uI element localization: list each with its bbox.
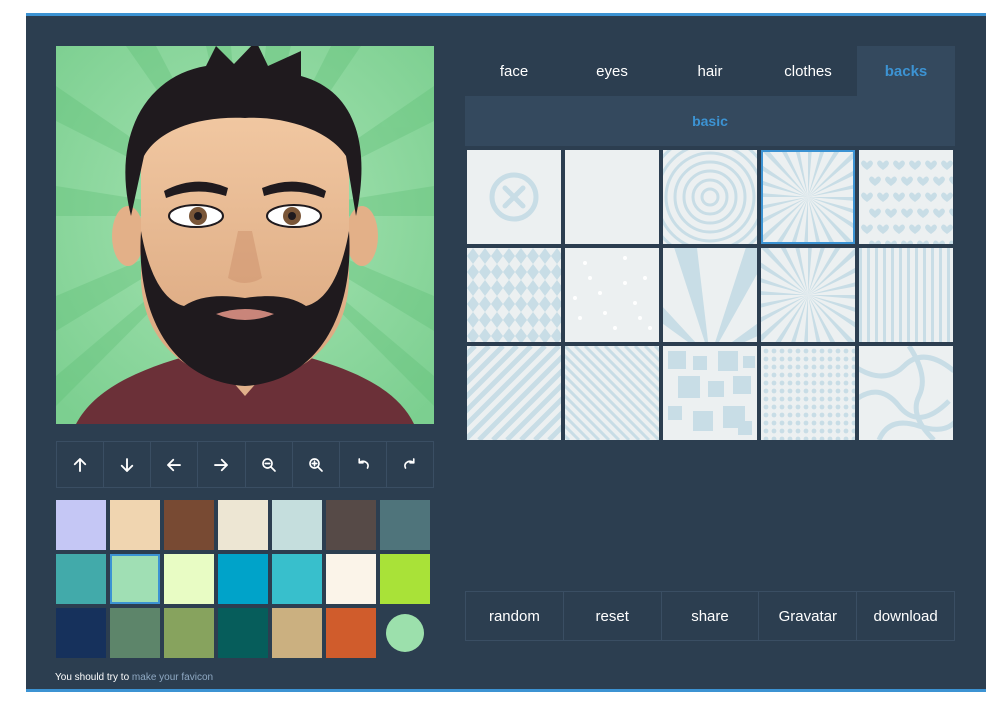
background-pattern-squares: [663, 346, 757, 440]
background-option-diamonds[interactable]: [467, 248, 561, 342]
download-button[interactable]: download: [857, 592, 954, 640]
avatar-preview: [56, 46, 434, 424]
color-swatch[interactable]: [164, 554, 214, 604]
avatar-illustration: [56, 46, 434, 424]
background-pattern-dots: [565, 248, 659, 342]
color-swatch[interactable]: [218, 608, 268, 658]
transform-toolbar: [56, 441, 434, 488]
background-option-none[interactable]: [467, 150, 561, 244]
background-option-circles[interactable]: [663, 150, 757, 244]
color-swatch[interactable]: [110, 608, 160, 658]
background-option-sunburst[interactable]: [761, 150, 855, 244]
color-swatch[interactable]: [380, 500, 430, 550]
move-down-button[interactable]: [104, 442, 152, 487]
background-pattern-vstripes: [859, 248, 953, 342]
undo-icon: [358, 457, 369, 469]
tab-hair[interactable]: hair: [661, 46, 759, 96]
background-option-starburst[interactable]: [761, 248, 855, 342]
background-option-vstripes[interactable]: [859, 248, 953, 342]
tab-eyes[interactable]: eyes: [563, 46, 661, 96]
arrow-up-icon: [73, 457, 87, 472]
background-option-dots[interactable]: [565, 248, 659, 342]
background-pattern-diag-left: [565, 346, 659, 440]
color-swatch[interactable]: [56, 608, 106, 658]
tab-clothes[interactable]: clothes: [759, 46, 857, 96]
color-swatch[interactable]: [272, 554, 322, 604]
background-pattern-hearts: [859, 150, 953, 244]
background-pattern-none: [467, 150, 561, 244]
action-bar: random reset share Gravatar download: [465, 591, 955, 641]
color-swatch[interactable]: [218, 554, 268, 604]
color-swatch[interactable]: [380, 554, 430, 604]
random-button[interactable]: random: [466, 592, 564, 640]
avatar-maker-app: You should try to make your favicon face…: [26, 13, 986, 692]
color-swatch[interactable]: [386, 614, 424, 652]
background-pattern-diag-right: [467, 346, 561, 440]
redo-button[interactable]: [387, 442, 433, 487]
color-swatch[interactable]: [272, 608, 322, 658]
subtab-bar: basic: [465, 96, 955, 146]
background-pattern-plain: [565, 150, 659, 244]
background-pattern-dot-grid: [761, 346, 855, 440]
background-option-rays[interactable]: [663, 248, 757, 342]
background-grid: [467, 150, 955, 440]
background-pattern-diamonds: [467, 248, 561, 342]
color-swatch[interactable]: [56, 500, 106, 550]
color-swatch[interactable]: [110, 554, 160, 604]
color-swatch[interactable]: [326, 608, 376, 658]
background-option-dot-grid[interactable]: [761, 346, 855, 440]
background-option-plain[interactable]: [565, 150, 659, 244]
reset-button[interactable]: reset: [564, 592, 662, 640]
background-pattern-circles: [663, 150, 757, 244]
background-pattern-sunburst: [763, 152, 853, 242]
background-option-diag-right[interactable]: [467, 346, 561, 440]
tab-backs[interactable]: backs: [857, 46, 955, 96]
redo-icon: [404, 457, 415, 469]
arrow-down-icon: [121, 457, 134, 472]
background-option-hearts[interactable]: [859, 150, 953, 244]
subtab-basic[interactable]: basic: [692, 113, 728, 129]
color-swatch[interactable]: [110, 500, 160, 550]
color-swatch[interactable]: [326, 554, 376, 604]
color-swatch[interactable]: [164, 500, 214, 550]
arrow-left-icon: [167, 458, 182, 471]
category-tabs: face eyes hair clothes backs: [465, 46, 955, 96]
move-left-button[interactable]: [151, 442, 199, 487]
color-swatch[interactable]: [164, 608, 214, 658]
favicon-promo: You should try to make your favicon: [55, 672, 213, 683]
color-palette: [56, 500, 434, 658]
zoom-out-icon: [261, 457, 276, 472]
arrow-right-icon: [214, 458, 229, 471]
tab-face[interactable]: face: [465, 46, 563, 96]
color-swatch[interactable]: [56, 554, 106, 604]
zoom-in-icon: [308, 457, 323, 472]
favicon-text: You should try to: [55, 672, 130, 683]
zoom-out-button[interactable]: [246, 442, 293, 487]
undo-button[interactable]: [340, 442, 387, 487]
background-option-diag-left[interactable]: [565, 346, 659, 440]
share-button[interactable]: share: [662, 592, 760, 640]
background-pattern-waves: [859, 346, 953, 440]
move-right-button[interactable]: [198, 442, 246, 487]
favicon-link[interactable]: make your favicon: [132, 672, 213, 683]
background-pattern-rays: [663, 248, 757, 342]
color-swatch[interactable]: [218, 500, 268, 550]
background-pattern-starburst: [761, 248, 855, 342]
move-up-button[interactable]: [57, 442, 105, 487]
gravatar-button[interactable]: Gravatar: [759, 592, 858, 640]
zoom-in-button[interactable]: [293, 442, 340, 487]
background-option-waves[interactable]: [859, 346, 953, 440]
color-swatch[interactable]: [272, 500, 322, 550]
color-swatch[interactable]: [326, 500, 376, 550]
background-option-squares[interactable]: [663, 346, 757, 440]
